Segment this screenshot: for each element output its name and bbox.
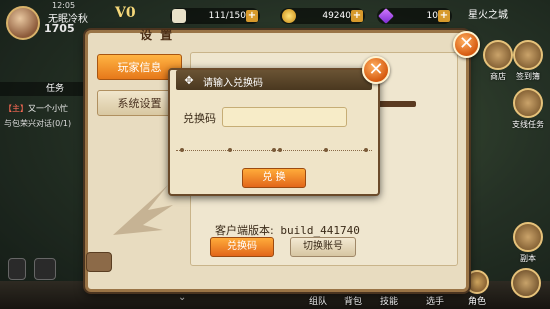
stamina-icon [172,9,186,23]
content-bar [378,101,416,107]
dungeon-icon [513,222,543,252]
top-hud: 12:05 无眠冷秋 1705 V0 111/150 + 49240 + 10 … [0,0,550,40]
stamina-value: 111/150 [208,11,246,21]
gem-icon [378,8,394,24]
gold-value: 49240 [322,11,351,21]
player-number: 1705 [44,22,75,35]
main-quest-title[interactable]: 【主】又一个小忙 [4,103,68,114]
emote-icon[interactable] [34,258,56,280]
redeem-submit-button[interactable]: 兑 换 [242,168,306,188]
settings-title: 设 置 [140,28,175,42]
gem-counter: 10 + [377,8,452,24]
stamina-counter: 111/150 + [170,8,260,24]
gem-value: 10 [426,11,438,21]
player-avatar[interactable] [6,6,40,40]
dungeon-button[interactable]: 副本 [508,222,548,264]
redeem-code-input[interactable] [222,107,347,127]
dungeon-label: 副本 [520,254,536,263]
close-icon[interactable]: ✕ [453,31,480,58]
main-quest-desc: 与包荣兴对话(0/1) [4,119,72,128]
redeem-code-button[interactable]: 兑换码 [210,237,274,257]
client-version: 客户端版本: build_441740 [215,222,360,238]
redeem-dialog-title: 请输入兑换码 [203,78,263,89]
chevron-down-icon[interactable]: ⌄ [178,292,186,303]
bag-label: 背包 [343,297,362,307]
microphone-icon[interactable] [8,258,26,280]
side-quest-label: 支线任务 [512,120,544,129]
redeem-code-label: 兑换码 [183,112,216,125]
client-version-label: 客户端版本: [215,224,274,237]
skill-label: 技能 [379,297,398,307]
server-name: 星火之城 [468,10,508,21]
quest-title-text: 又一个小忙 [28,104,68,113]
side-quest-button[interactable]: 支线任务 [508,88,548,130]
switch-account-button[interactable]: 切换账号 [290,237,356,257]
player-select-label: 选手 [425,297,444,307]
character-label: 角色 [467,297,486,307]
close-icon[interactable]: ✕ [362,56,390,84]
gold-coin-icon [282,9,296,23]
signin-button[interactable]: 签到簿 [508,40,548,82]
signin-label: 签到簿 [516,72,540,81]
quest-tag: 【主】 [4,104,28,113]
team-label: 组队 [308,297,327,307]
move-arrows-icon [511,268,541,298]
client-version-value: build_441740 [280,224,360,237]
divider [176,148,372,152]
add-stamina-button[interactable]: + [246,10,258,22]
move-icon: ✥ [184,74,194,87]
vip-level[interactable]: V0 [115,5,136,21]
add-gem-button[interactable]: + [438,10,450,22]
gold-counter: 49240 + [280,8,365,24]
move-joystick-button[interactable] [506,268,546,298]
panel-clasp [86,252,112,272]
clock-time: 12:05 [52,1,76,10]
add-gold-button[interactable]: + [351,10,363,22]
signin-book-icon [513,40,543,70]
side-quest-icon [513,88,543,118]
